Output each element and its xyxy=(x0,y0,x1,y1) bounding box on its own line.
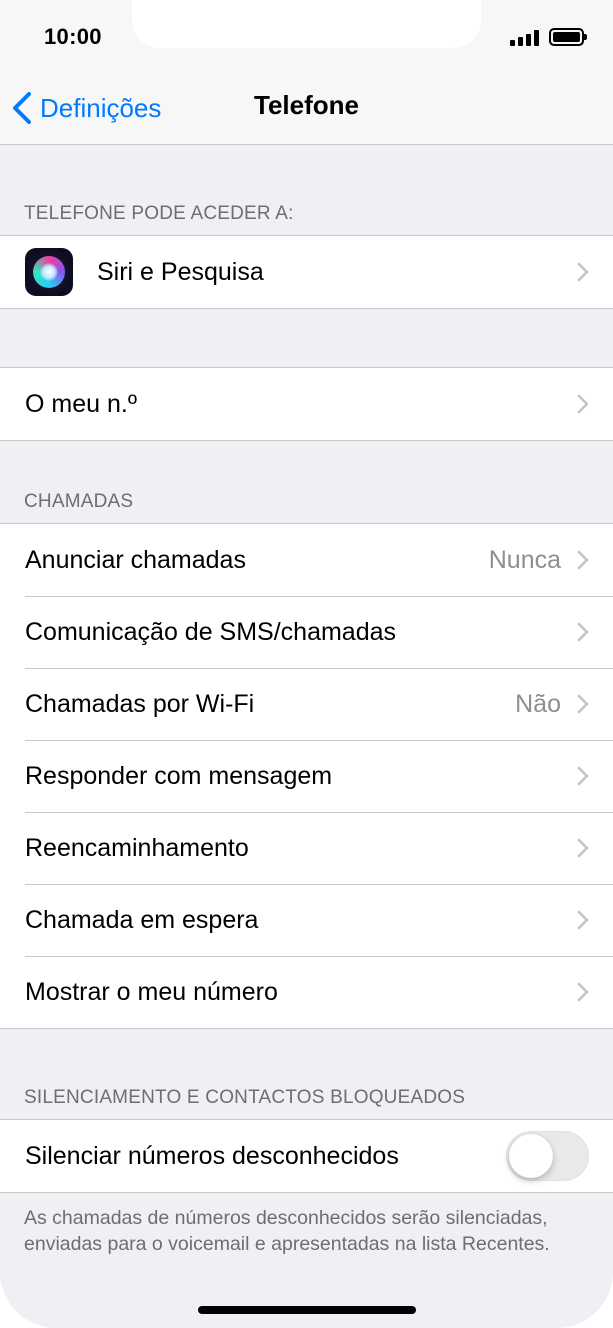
navigation-bar: Definições Telefone xyxy=(0,72,613,145)
show-caller-id-row[interactable]: Mostrar o meu número xyxy=(0,956,613,1028)
row-label: Chamada em espera xyxy=(25,905,259,934)
chevron-right-icon xyxy=(577,694,589,714)
section-header-silencing: SILENCIAMENTO E CONTACTOS BLOQUEADOS xyxy=(24,1087,466,1108)
phone-settings-screen: 10:00 Definições Telefone TELEFONE PODE … xyxy=(0,0,613,1328)
wifi-calling-row[interactable]: Chamadas por Wi-Fi Não xyxy=(0,668,613,740)
section-header-calls: CHAMADAS xyxy=(24,491,134,512)
silence-unknown-callers-toggle[interactable] xyxy=(506,1131,589,1181)
settings-list: TELEFONE PODE ACEDER A: Siri e Pesquisa … xyxy=(0,145,613,1257)
chevron-right-icon xyxy=(577,766,589,786)
status-bar: 10:00 xyxy=(0,0,613,72)
chevron-right-icon xyxy=(577,394,589,414)
row-label: Anunciar chamadas xyxy=(25,545,246,574)
respond-with-text-row[interactable]: Responder com mensagem xyxy=(0,740,613,812)
my-number-row[interactable]: O meu n.º xyxy=(0,368,613,440)
announce-calls-row[interactable]: Anunciar chamadas Nunca xyxy=(0,524,613,596)
chevron-right-icon xyxy=(577,838,589,858)
row-label: Siri e Pesquisa xyxy=(97,257,264,286)
status-time: 10:00 xyxy=(44,24,102,49)
row-label: Mostrar o meu número xyxy=(25,977,278,1006)
chevron-right-icon xyxy=(577,982,589,1002)
cellular-signal-icon xyxy=(510,30,542,46)
siri-icon xyxy=(25,248,73,296)
call-forwarding-row[interactable]: Reencaminhamento xyxy=(0,812,613,884)
row-label: Silenciar números desconhecidos xyxy=(25,1141,399,1170)
chevron-right-icon xyxy=(577,910,589,930)
my-number-group: O meu n.º xyxy=(0,367,613,441)
silencing-footer-text: As chamadas de números desconhecidos ser… xyxy=(24,1207,550,1255)
siri-search-row[interactable]: Siri e Pesquisa xyxy=(0,236,613,308)
page-title: Telefone xyxy=(254,90,359,120)
access-group: Siri e Pesquisa xyxy=(0,235,613,309)
toggle-knob xyxy=(509,1134,553,1178)
row-label: O meu n.º xyxy=(25,389,137,418)
silencing-group: Silenciar números desconhecidos xyxy=(0,1119,613,1193)
row-value: Nunca xyxy=(488,545,561,574)
sms-calls-row[interactable]: Comunicação de SMS/chamadas xyxy=(0,596,613,668)
chevron-right-icon xyxy=(577,262,589,282)
call-waiting-row[interactable]: Chamada em espera xyxy=(0,884,613,956)
row-label: Responder com mensagem xyxy=(25,761,333,790)
notch xyxy=(132,0,481,48)
row-label: Reencaminhamento xyxy=(25,833,249,862)
chevron-right-icon xyxy=(577,550,589,570)
calls-group: Anunciar chamadas Nunca Comunicação de S… xyxy=(0,523,613,1029)
home-indicator[interactable] xyxy=(198,1306,416,1314)
row-label: Chamadas por Wi-Fi xyxy=(25,689,255,718)
chevron-right-icon xyxy=(577,622,589,642)
section-header-access: TELEFONE PODE ACEDER A: xyxy=(24,203,294,224)
row-value: Não xyxy=(515,689,561,718)
silence-unknown-callers-row: Silenciar números desconhecidos xyxy=(0,1120,613,1192)
battery-icon xyxy=(549,28,587,46)
row-label: Comunicação de SMS/chamadas xyxy=(25,617,397,646)
